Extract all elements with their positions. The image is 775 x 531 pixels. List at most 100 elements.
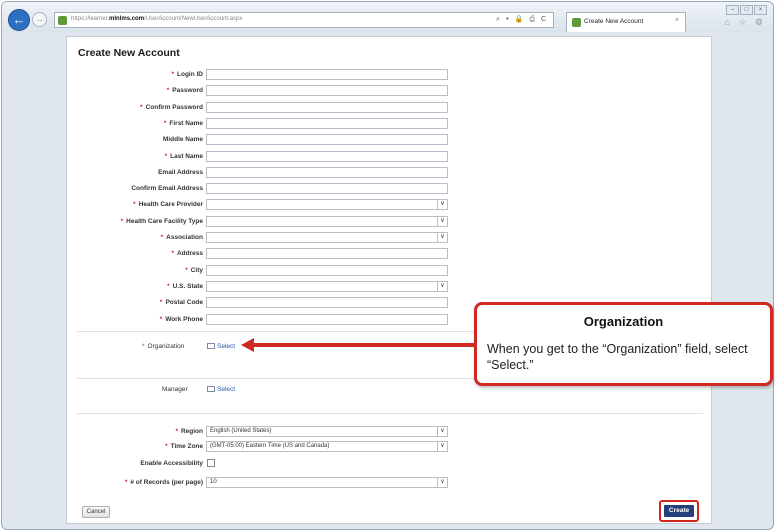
chevron-down-icon: ∨ xyxy=(437,200,447,209)
required-marker: * xyxy=(142,343,145,350)
organization-select-link[interactable]: Select xyxy=(207,343,235,350)
required-marker: * xyxy=(164,153,168,160)
time-zone-select[interactable]: (GMT-05:00) Eastern Time (US and Canada)… xyxy=(206,441,448,452)
health-care-provider-select[interactable]: ∨ xyxy=(206,199,448,210)
address-url: https://learner.mlnlms.com/UserAccount/N… xyxy=(71,16,242,22)
city-label-text: City xyxy=(190,267,203,274)
close-window-button[interactable]: × xyxy=(754,5,767,15)
url-path: /UserAccount/NewUserAccount.aspx xyxy=(144,16,243,22)
url-domain: mlnlms.com xyxy=(109,16,145,22)
chevron-down-icon: ∨ xyxy=(437,282,447,291)
select-window-icon xyxy=(207,386,215,392)
home-favorites-settings-icons[interactable]: ⌂ ☆ ⚙ xyxy=(724,17,766,28)
minimize-button[interactable]: – xyxy=(726,5,739,15)
middle-name-label-text: Middle Name xyxy=(162,136,203,143)
callout-arrow-line xyxy=(253,343,474,347)
first-name-input[interactable] xyxy=(206,118,448,129)
time-zone-label: * Time Zone xyxy=(165,443,203,450)
middle-name-input[interactable] xyxy=(206,134,448,145)
confirm-email-address-label: Confirm Email Address xyxy=(131,185,203,192)
middle-name-row: Middle Name xyxy=(67,135,203,147)
time-zone-value: (GMT-05:00) Eastern Time (US and Canada) xyxy=(210,443,330,449)
tab-close-icon[interactable]: × xyxy=(675,17,679,24)
address-label-text: Address xyxy=(176,250,203,257)
confirm-password-row: * Confirm Password xyxy=(67,103,203,115)
region-value: English (United States) xyxy=(210,428,272,434)
time-zone-row: * Time Zone xyxy=(67,442,203,454)
browser-window: ← → https://learner.mlnlms.com/UserAccou… xyxy=(1,1,774,530)
records-row: * # of Records (per page) xyxy=(67,478,203,490)
forward-arrow-icon[interactable]: → xyxy=(32,12,47,27)
required-marker: * xyxy=(171,71,174,78)
health-care-facility-type-select[interactable]: ∨ xyxy=(206,216,448,227)
first-name-label: * First Name xyxy=(164,120,203,127)
required-marker: * xyxy=(163,120,167,127)
maximize-button[interactable]: □ xyxy=(740,5,753,15)
accessibility-label: Enable Accessibility xyxy=(140,460,203,467)
city-input[interactable] xyxy=(206,265,448,276)
required-marker: * xyxy=(133,201,136,208)
site-favicon-icon xyxy=(58,16,67,25)
login-id-input[interactable] xyxy=(206,69,448,80)
email-address-input[interactable] xyxy=(206,167,448,178)
accessibility-row: Enable Accessibility xyxy=(67,459,203,471)
chevron-down-icon: ∨ xyxy=(437,427,447,436)
back-arrow-icon[interactable]: ← xyxy=(8,9,30,31)
address-bar-icons[interactable]: ⌕ ▾ 🔒 ⎙ C xyxy=(496,15,548,24)
manager-select-link[interactable]: Select xyxy=(207,386,235,393)
last-name-input[interactable] xyxy=(206,151,448,162)
chevron-down-icon: ∨ xyxy=(437,217,447,226)
create-button[interactable]: Create xyxy=(664,505,694,517)
records-per-page-select[interactable]: 10 ∨ xyxy=(206,477,448,488)
region-row: * Region xyxy=(67,427,203,439)
address-input[interactable] xyxy=(206,248,448,259)
email-address-label-text: Email Address xyxy=(158,169,203,176)
u-s-state-label-text: U.S. State xyxy=(172,283,203,290)
browser-tab[interactable]: Create New Account × xyxy=(566,12,686,32)
confirm-email-address-label-text: Confirm Email Address xyxy=(131,185,203,192)
records-label-text: # of Records (per page) xyxy=(130,479,203,486)
chevron-down-icon: ∨ xyxy=(437,442,447,451)
chevron-down-icon: ∨ xyxy=(437,478,447,487)
city-label: * City xyxy=(185,267,203,274)
region-select[interactable]: English (United States) ∨ xyxy=(206,426,448,437)
organization-select-text: Select xyxy=(217,343,236,350)
required-marker: * xyxy=(171,250,174,257)
required-marker: * xyxy=(140,104,143,111)
records-label: * # of Records (per page) xyxy=(125,479,203,486)
create-button-highlight: Create xyxy=(659,500,699,522)
manager-select-text: Select xyxy=(217,386,236,393)
chevron-down-icon: ∨ xyxy=(437,233,447,242)
required-marker: * xyxy=(167,283,170,290)
first-name-label-text: First Name xyxy=(169,120,203,127)
association-label: * Association xyxy=(161,234,203,241)
address-bar[interactable]: https://learner.mlnlms.com/UserAccount/N… xyxy=(54,12,554,28)
u-s-state-select[interactable]: ∨ xyxy=(206,281,448,292)
association-row: * Association xyxy=(67,233,203,245)
window-controls: – □ × xyxy=(726,5,767,15)
required-marker: * xyxy=(175,428,178,435)
health-care-facility-type-label-text: Health Care Facility Type xyxy=(126,218,203,225)
work-phone-label: * Work Phone xyxy=(160,316,203,323)
last-name-row: * Last Name xyxy=(67,152,203,164)
postal-code-label: * Postal Code xyxy=(160,299,203,306)
password-input[interactable] xyxy=(206,85,448,96)
postal-code-row: * Postal Code xyxy=(67,298,203,310)
health-care-provider-label-text: Health Care Provider xyxy=(138,201,203,208)
association-select[interactable]: ∨ xyxy=(206,232,448,243)
login-id-row: * Login ID xyxy=(67,70,203,82)
work-phone-input[interactable] xyxy=(206,314,448,325)
records-value: 10 xyxy=(210,479,217,485)
accessibility-checkbox[interactable] xyxy=(207,459,215,467)
cancel-button[interactable]: Cancel xyxy=(82,506,110,518)
work-phone-row: * Work Phone xyxy=(67,315,203,327)
confirm-password-input[interactable] xyxy=(206,102,448,113)
browser-toolbar: ← → https://learner.mlnlms.com/UserAccou… xyxy=(2,2,773,32)
health-care-provider-row: * Health Care Provider xyxy=(67,200,203,212)
confirm-email-address-input[interactable] xyxy=(206,183,448,194)
confirm-password-label-text: Confirm Password xyxy=(145,104,203,111)
password-label-text: Password xyxy=(172,87,203,94)
postal-code-input[interactable] xyxy=(206,297,448,308)
u-s-state-row: * U.S. State xyxy=(67,282,203,294)
required-marker: * xyxy=(159,299,163,306)
